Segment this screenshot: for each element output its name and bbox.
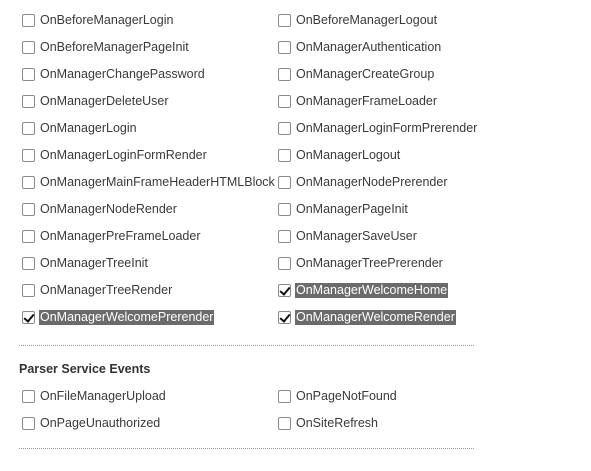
checkbox-unchecked[interactable] — [22, 417, 35, 430]
event-label[interactable]: OnManagerNodePrerender — [295, 175, 448, 190]
event-checkbox-item[interactable]: OnManagerAuthentication — [278, 34, 502, 61]
checkbox-unchecked[interactable] — [278, 149, 291, 162]
event-label[interactable]: OnManagerCreateGroup — [295, 67, 435, 82]
event-label[interactable]: OnManagerWelcomeRender — [295, 310, 456, 325]
checkbox-checked[interactable] — [278, 311, 291, 324]
checkbox-unchecked[interactable] — [22, 284, 35, 297]
checkbox-unchecked[interactable] — [22, 149, 35, 162]
event-checkbox-item[interactable]: OnManagerTreeInit — [22, 250, 278, 277]
event-checkbox-item[interactable]: OnManagerChangePassword — [22, 61, 278, 88]
event-label[interactable]: OnManagerSaveUser — [295, 229, 418, 244]
event-label[interactable]: OnBeforeManagerPageInit — [39, 40, 190, 55]
event-checkbox-item[interactable]: OnManagerTreePrerender — [278, 250, 502, 277]
event-checkbox-item[interactable]: OnManagerCreateGroup — [278, 61, 502, 88]
checkbox-unchecked[interactable] — [22, 95, 35, 108]
event-label[interactable]: OnManagerLogin — [39, 121, 138, 136]
event-label[interactable]: OnBeforeManagerLogout — [295, 13, 438, 28]
checkbox-checked[interactable] — [278, 284, 291, 297]
manager-events-grid: OnBeforeManagerLogin OnBeforeManagerLogou… — [22, 7, 502, 331]
checkbox-unchecked[interactable] — [278, 14, 291, 27]
event-checkbox-item[interactable]: OnManagerLogin — [22, 115, 278, 142]
checkbox-unchecked[interactable] — [278, 95, 291, 108]
event-label[interactable]: OnFileManagerUpload — [39, 389, 167, 404]
event-label[interactable]: OnManagerWelcomePrerender — [39, 310, 215, 325]
event-label[interactable]: OnManagerLoginFormRender — [39, 148, 208, 163]
checkbox-unchecked[interactable] — [278, 176, 291, 189]
event-label[interactable]: OnManagerLogout — [295, 148, 401, 163]
event-label[interactable]: OnSiteRefresh — [295, 416, 379, 431]
event-checkbox-item[interactable]: OnBeforeManagerLogout — [278, 7, 502, 34]
event-checkbox-item[interactable]: OnManagerFrameLoader — [278, 88, 502, 115]
checkbox-unchecked[interactable] — [278, 417, 291, 430]
event-checkbox-item[interactable]: OnManagerDeleteUser — [22, 88, 278, 115]
event-label[interactable]: OnManagerWelcomeHome — [295, 283, 449, 298]
plugin-events-panel: OnBeforeManagerLogin OnBeforeManagerLogou… — [0, 0, 591, 471]
event-label[interactable]: OnManagerDeleteUser — [39, 94, 170, 109]
checkbox-unchecked[interactable] — [22, 68, 35, 81]
event-label[interactable]: OnManagerPageInit — [295, 202, 409, 217]
event-label[interactable]: OnManagerFrameLoader — [295, 94, 438, 109]
checkbox-unchecked[interactable] — [22, 203, 35, 216]
event-checkbox-item[interactable]: OnManagerWelcomeRender — [278, 304, 502, 331]
event-checkbox-item[interactable]: OnManagerTreeRender — [22, 277, 278, 304]
event-checkbox-item[interactable]: OnFileManagerUpload — [22, 383, 278, 410]
event-checkbox-item[interactable]: OnManagerMainFrameHeaderHTMLBlock — [22, 169, 278, 196]
checkbox-unchecked[interactable] — [22, 176, 35, 189]
event-checkbox-item[interactable]: OnManagerSaveUser — [278, 223, 502, 250]
event-checkbox-item[interactable]: OnManagerNodePrerender — [278, 169, 502, 196]
event-label[interactable]: OnManagerPreFrameLoader — [39, 229, 202, 244]
event-checkbox-item[interactable]: OnManagerWelcomeHome — [278, 277, 502, 304]
checkbox-unchecked[interactable] — [22, 14, 35, 27]
event-label[interactable]: OnPageUnauthorized — [39, 416, 161, 431]
event-checkbox-item[interactable]: OnManagerPageInit — [278, 196, 502, 223]
event-label[interactable]: OnManagerChangePassword — [39, 67, 206, 82]
event-label[interactable]: OnManagerTreeRender — [39, 283, 173, 298]
event-checkbox-item[interactable]: OnManagerPreFrameLoader — [22, 223, 278, 250]
event-label[interactable]: OnPageNotFound — [295, 389, 398, 404]
event-label[interactable]: OnManagerAuthentication — [295, 40, 442, 55]
checkbox-unchecked[interactable] — [22, 41, 35, 54]
event-label[interactable]: OnManagerLoginFormPrerender — [295, 121, 478, 136]
checkbox-unchecked[interactable] — [278, 390, 291, 403]
parser-events-grid: OnFileManagerUpload OnPageNotFound OnPageU… — [22, 383, 502, 437]
event-checkbox-item[interactable]: OnManagerNodeRender — [22, 196, 278, 223]
section-divider — [19, 448, 474, 449]
event-checkbox-item[interactable]: OnManagerWelcomePrerender — [22, 304, 278, 331]
checkbox-unchecked[interactable] — [278, 68, 291, 81]
checkbox-unchecked[interactable] — [22, 257, 35, 270]
checkbox-unchecked[interactable] — [278, 122, 291, 135]
event-label[interactable]: OnManagerMainFrameHeaderHTMLBlock — [39, 175, 276, 190]
event-checkbox-item[interactable]: OnBeforeManagerPageInit — [22, 34, 278, 61]
checkbox-unchecked[interactable] — [22, 390, 35, 403]
event-checkbox-item[interactable]: OnManagerLoginFormRender — [22, 142, 278, 169]
checkbox-unchecked[interactable] — [22, 230, 35, 243]
checkbox-unchecked[interactable] — [278, 230, 291, 243]
parser-section-title: Parser Service Events — [19, 362, 151, 376]
event-checkbox-item[interactable]: OnBeforeManagerLogin — [22, 7, 278, 34]
event-checkbox-item[interactable]: OnManagerLogout — [278, 142, 502, 169]
checkbox-unchecked[interactable] — [278, 41, 291, 54]
event-checkbox-item[interactable]: OnPageNotFound — [278, 383, 502, 410]
checkbox-unchecked[interactable] — [22, 122, 35, 135]
event-label[interactable]: OnManagerTreeInit — [39, 256, 149, 271]
event-checkbox-item[interactable]: OnManagerLoginFormPrerender — [278, 115, 502, 142]
checkbox-unchecked[interactable] — [278, 203, 291, 216]
event-label[interactable]: OnManagerTreePrerender — [295, 256, 444, 271]
checkbox-checked[interactable] — [22, 311, 35, 324]
checkbox-unchecked[interactable] — [278, 257, 291, 270]
section-divider — [19, 345, 474, 346]
event-label[interactable]: OnBeforeManagerLogin — [39, 13, 174, 28]
event-checkbox-item[interactable]: OnSiteRefresh — [278, 410, 502, 437]
event-label[interactable]: OnManagerNodeRender — [39, 202, 178, 217]
event-checkbox-item[interactable]: OnPageUnauthorized — [22, 410, 278, 437]
